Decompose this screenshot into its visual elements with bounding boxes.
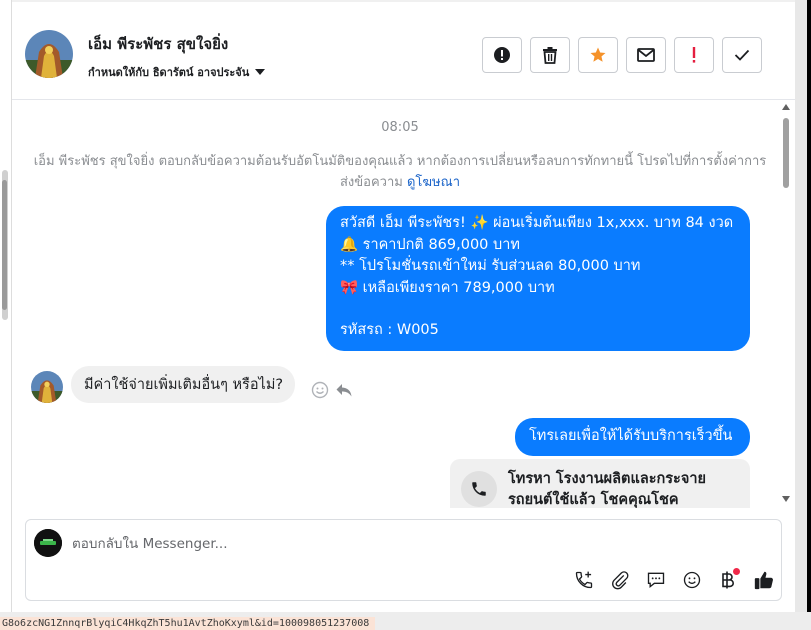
scroll-down-icon[interactable] (782, 496, 790, 502)
message-line: 🔔 ราคาปกติ 869,000 บาท (340, 236, 520, 253)
exclamation-icon (692, 47, 696, 63)
attach-button[interactable] (602, 567, 638, 593)
notification-dot (733, 568, 740, 575)
chat-bubble-icon (647, 572, 665, 589)
message-timestamp: 08:05 (381, 120, 419, 135)
page-avatar (34, 529, 62, 557)
paperclip-icon (612, 571, 629, 590)
header-actions (482, 37, 762, 73)
left-window-edge (0, 0, 11, 630)
right-window-edge (795, 0, 811, 630)
delete-button[interactable] (530, 37, 570, 73)
incoming-message[interactable]: มีค่าใช้จ่ายเพิ่มเติมอื่นๆ หรือไม่? (71, 366, 296, 403)
window-border (807, 0, 811, 630)
like-button[interactable] (746, 567, 782, 593)
sender-avatar[interactable] (31, 371, 63, 403)
assignee-label: กำหนดให้กับ ธิดารัตน์ อาจประจัน (88, 66, 250, 79)
message-thread: 08:05 เอ็ม พีระพัชร สุขใจยิ่ง ตอบกลับข้อ… (12, 101, 796, 508)
scroll-up-icon[interactable] (782, 104, 790, 110)
trash-icon (543, 47, 557, 64)
message-line: สวัสดี เอ็ม พีระพัชร! ✨ ผ่อนเริ่มต้นเพีย… (340, 215, 734, 231)
reply-arrow-icon[interactable] (335, 381, 353, 399)
outgoing-message[interactable]: สวัสดี เอ็ม พีระพัชร! ✨ ผ่อนเริ่มต้นเพีย… (326, 206, 750, 351)
reply-input[interactable] (72, 533, 632, 555)
composer-toolbar (566, 567, 782, 593)
emoji-icon (683, 571, 701, 589)
add-call-button[interactable] (566, 567, 602, 593)
caret-down-icon (255, 69, 266, 75)
check-icon (734, 49, 750, 61)
alert-circle-icon (494, 47, 510, 63)
envelope-icon (637, 48, 655, 62)
conversation-header: เอ็ม พีระพัชร สุขใจยิ่ง กำหนดให้กับ ธิดา… (12, 0, 796, 100)
call-button-card[interactable]: โทรหา โรงงานผลิตและกระจายรถยนต์ใช้แล้ว โ… (450, 459, 750, 508)
emoji-reaction-icon[interactable] (311, 381, 329, 399)
call-card-text: โทรหา โรงงานผลิตและกระจายรถยนต์ใช้แล้ว โ… (508, 471, 706, 508)
mark-done-button[interactable] (722, 37, 762, 73)
conversation-panel: เอ็ม พีระพัชร สุขใจยิ่ง กำหนดให้กับ ธิดา… (11, 0, 796, 612)
message-line: รหัสรถ : W005 (340, 322, 439, 338)
contact-avatar[interactable] (25, 30, 73, 78)
phone-icon (461, 471, 497, 507)
status-url: G8o6zcNG1ZnnqrBlyqiC4HkqZhT5hu1AvtZhoKxy… (0, 617, 376, 630)
message-line (340, 299, 738, 320)
saved-replies-button[interactable] (638, 567, 674, 593)
thumbs-up-icon (754, 571, 773, 590)
scrollbar-thumb[interactable] (783, 118, 789, 188)
emoji-button[interactable] (674, 567, 710, 593)
follow-up-button[interactable] (674, 37, 714, 73)
assignee-dropdown[interactable]: กำหนดให้กับ ธิดารัตน์ อาจประจัน (88, 63, 266, 81)
star-button[interactable] (578, 37, 618, 73)
message-line: 🎀 เหลือเพียงราคา 789,000 บาท (340, 279, 555, 296)
mark-unread-button[interactable] (626, 37, 666, 73)
contact-name[interactable]: เอ็ม พีระพัชร สุขใจยิ่ง (88, 32, 228, 56)
left-scrollbar-thumb[interactable] (2, 180, 7, 310)
spam-button[interactable] (482, 37, 522, 73)
thread-scrollbar[interactable] (782, 104, 790, 508)
notice-text: เอ็ม พีระพัชร สุขใจยิ่ง ตอบกลับข้อความต้… (33, 154, 767, 190)
auto-reply-notice: เอ็ม พีระพัชร สุขใจยิ่ง ตอบกลับข้อความต้… (32, 151, 768, 193)
view-ad-link[interactable]: ดูโฆษณา (407, 175, 460, 190)
star-icon (590, 47, 606, 62)
message-line: ** โปรโมชั่นรถเข้าใหม่ รับส่วนลด 80,000 … (340, 258, 641, 274)
call-add-icon (575, 571, 593, 589)
message-composer (25, 519, 782, 601)
outgoing-message[interactable]: โทรเลยเพื่อให้ได้รับบริการเร็วขึ้น (515, 418, 750, 456)
payment-button[interactable] (710, 567, 746, 593)
